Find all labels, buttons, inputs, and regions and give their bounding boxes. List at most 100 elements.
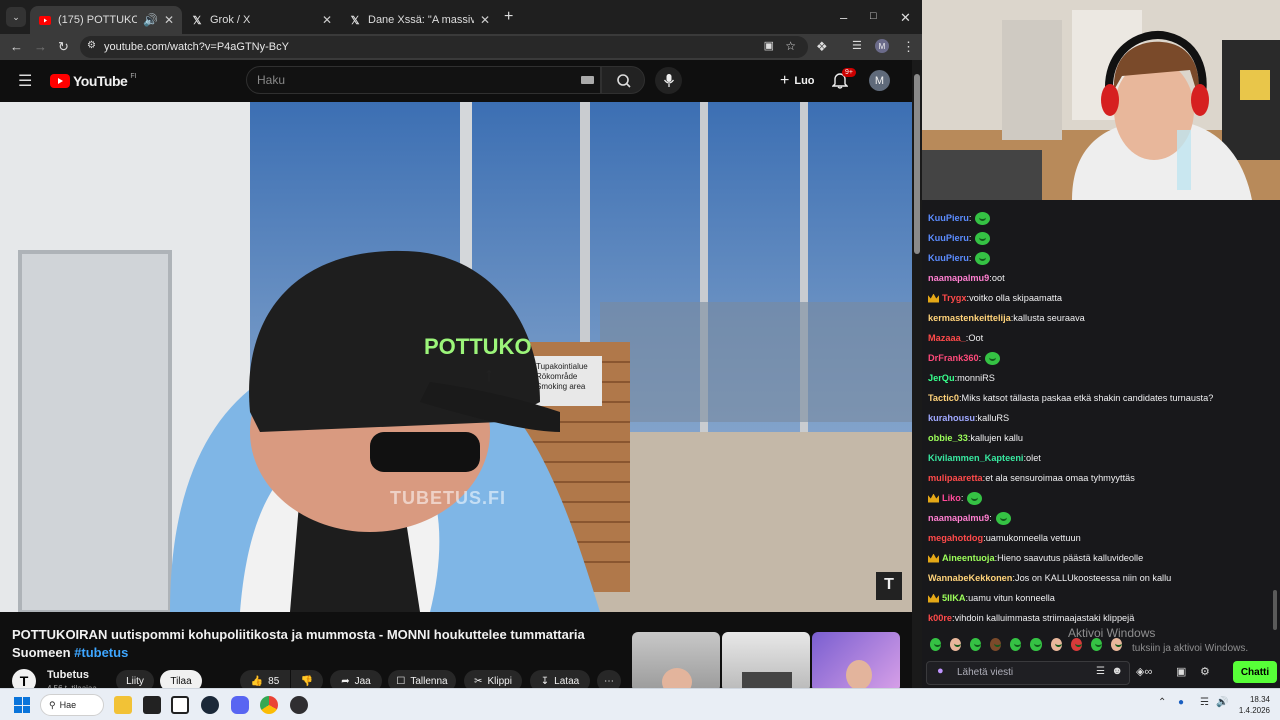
volume-icon[interactable]: 🔊 bbox=[1216, 697, 1228, 708]
chat-username[interactable]: k00re bbox=[928, 613, 952, 623]
emote-icon[interactable] bbox=[970, 637, 982, 651]
emote-icon[interactable] bbox=[1030, 637, 1042, 651]
tab-list-icon[interactable]: ⌄ bbox=[6, 7, 26, 27]
new-tab-icon[interactable]: + bbox=[504, 8, 513, 26]
translate-icon[interactable]: ☰ bbox=[1096, 666, 1105, 677]
hashtag-link[interactable]: #tubetus bbox=[74, 645, 128, 660]
emote-icon[interactable] bbox=[950, 637, 962, 651]
chat-username[interactable]: naamapalmu9 bbox=[928, 273, 989, 283]
channel-watermark-icon[interactable]: T bbox=[878, 576, 900, 598]
chat-send-button[interactable]: Chatti bbox=[1233, 661, 1277, 683]
install-icon[interactable]: ▣ bbox=[764, 39, 774, 52]
keyboard-icon[interactable] bbox=[581, 76, 594, 84]
tab-grok[interactable]: 𝕏 Grok / X ✕ bbox=[182, 6, 340, 34]
windows-start-icon[interactable] bbox=[14, 697, 30, 713]
profile-avatar[interactable]: M bbox=[875, 39, 889, 53]
site-info-icon[interactable]: ⚙ bbox=[87, 40, 96, 51]
chat-username[interactable]: obbie_33 bbox=[928, 433, 968, 443]
chat-username[interactable]: JerQu bbox=[928, 373, 955, 383]
tray-chevron-icon[interactable]: ⌃ bbox=[1158, 697, 1166, 708]
chat-username[interactable]: Tactic0 bbox=[928, 393, 959, 403]
chat-username[interactable]: WannabeKekkonen bbox=[928, 573, 1012, 583]
youtube-logo[interactable]: YouTube FI bbox=[50, 73, 137, 89]
account-avatar[interactable]: M bbox=[869, 70, 890, 91]
taskbar-search[interactable]: ⚲ Hae bbox=[40, 694, 104, 716]
discord-icon[interactable] bbox=[231, 696, 249, 714]
back-icon[interactable]: ← bbox=[10, 39, 23, 54]
voice-search-button[interactable] bbox=[655, 67, 682, 94]
chat-username[interactable]: KuuPieru bbox=[928, 233, 969, 243]
chat-separator: : bbox=[960, 493, 964, 503]
steam-icon[interactable] bbox=[201, 696, 219, 714]
x-favicon-icon: 𝕏 bbox=[192, 14, 202, 27]
obs-icon[interactable] bbox=[290, 696, 308, 714]
chat-username[interactable]: KuuPieru bbox=[928, 253, 969, 263]
tab-close-icon[interactable]: ✕ bbox=[322, 13, 332, 27]
chat-username[interactable]: kurahousu bbox=[928, 413, 975, 423]
video-watermark: TUBETUS.FI bbox=[390, 488, 506, 508]
taskbar-clock[interactable]: 18.34 1.4.2026 bbox=[1234, 694, 1270, 716]
hamburger-menu-icon[interactable]: ☰ bbox=[18, 71, 32, 91]
reload-icon[interactable]: ↻ bbox=[58, 39, 69, 55]
url-field[interactable]: ⚙ youtube.com/watch?v=P4aGTNy-BcY ▣ ☆ bbox=[80, 36, 808, 58]
emote-icon[interactable] bbox=[930, 637, 942, 651]
chat-username[interactable]: DrFrank360 bbox=[928, 353, 979, 363]
thumbs-down-icon: 👎 bbox=[300, 675, 314, 687]
mic-icon[interactable]: ● bbox=[937, 665, 944, 677]
chat-message-text: et ala sensuroimaa omaa tyhmyyttäs bbox=[985, 473, 1135, 483]
menu-dots-icon[interactable]: ⋮ bbox=[902, 39, 915, 55]
bookmark-star-icon[interactable]: ☆ bbox=[785, 39, 796, 53]
chat-scrollbar[interactable] bbox=[1270, 200, 1280, 688]
wifi-icon[interactable]: ☴ bbox=[1200, 697, 1209, 708]
speaker-icon[interactable]: 🔊 bbox=[143, 13, 158, 27]
chat-username[interactable]: mulipaaretta bbox=[928, 473, 983, 483]
file-explorer-icon[interactable] bbox=[114, 696, 132, 714]
crown-badge-icon[interactable] bbox=[928, 593, 939, 603]
create-button[interactable]: + Luo bbox=[772, 69, 823, 93]
emote-picker-icon[interactable]: ☻ bbox=[1111, 665, 1123, 677]
tab-close-icon[interactable]: ✕ bbox=[480, 13, 490, 27]
extensions-icon[interactable]: ❖ bbox=[816, 39, 828, 55]
forward-icon[interactable]: → bbox=[34, 39, 47, 54]
related-video-thumbnail[interactable] bbox=[722, 632, 810, 692]
search-button[interactable] bbox=[601, 66, 645, 94]
media-icon[interactable]: ☰ bbox=[852, 39, 862, 52]
emote-icon[interactable] bbox=[1050, 637, 1062, 651]
tab-dane[interactable]: 𝕏 Dane Xssä: "A massive Swedish ✕ bbox=[340, 6, 498, 34]
crown-badge-icon[interactable] bbox=[928, 553, 939, 563]
store-icon[interactable]: ▣ bbox=[1176, 665, 1186, 678]
search-input[interactable]: Haku bbox=[246, 66, 601, 94]
channel-name[interactable]: Tubetus bbox=[47, 669, 89, 681]
related-video-thumbnail[interactable] bbox=[632, 632, 720, 692]
chat-input[interactable]: ● Lähetä viesti ☰ ☻ bbox=[926, 661, 1130, 685]
chat-username[interactable]: KuuPieru bbox=[928, 213, 969, 223]
emote-icon[interactable] bbox=[1010, 637, 1022, 651]
chat-username[interactable]: Aineentuoja bbox=[942, 553, 995, 563]
chat-username[interactable]: kermastenkeittelija bbox=[928, 313, 1011, 323]
chat-username[interactable]: 5IIKA bbox=[942, 593, 966, 603]
chat-username[interactable]: Kivilammen_Kapteeni bbox=[928, 453, 1023, 463]
notifications-button[interactable]: 9+ bbox=[831, 68, 856, 92]
tab-youtube[interactable]: (175) POTTUKOIRAN uutisp 🔊 ✕ bbox=[30, 6, 182, 34]
related-video-thumbnail[interactable] bbox=[812, 632, 900, 692]
minimize-icon[interactable]: – bbox=[840, 10, 847, 25]
page-scrollbar[interactable] bbox=[912, 60, 922, 688]
crown-badge-icon[interactable] bbox=[928, 293, 939, 303]
chat-username[interactable]: Liko bbox=[942, 493, 961, 503]
maximize-icon[interactable]: □ bbox=[870, 10, 877, 22]
tray-mic-icon[interactable]: ● bbox=[1178, 697, 1184, 708]
chrome-icon[interactable] bbox=[260, 696, 278, 714]
bits-icon[interactable]: ◈∞ bbox=[1136, 665, 1152, 678]
emote-icon[interactable] bbox=[990, 637, 1002, 651]
chat-settings-icon[interactable]: ⚙ bbox=[1200, 665, 1210, 678]
chat-username[interactable]: megahotdog bbox=[928, 533, 983, 543]
x-app-icon[interactable] bbox=[143, 696, 161, 714]
tab-close-icon[interactable]: ✕ bbox=[164, 13, 174, 27]
chat-username[interactable]: naamapalmu9 bbox=[928, 513, 989, 523]
chat-username[interactable]: Mazaaa_ bbox=[928, 333, 966, 343]
notion-icon[interactable] bbox=[171, 696, 189, 714]
video-player[interactable]: POTTUKO ↑ Tupakointialue Rökområde Smoki… bbox=[0, 102, 912, 612]
window-close-icon[interactable]: ✕ bbox=[900, 10, 911, 26]
crown-badge-icon[interactable] bbox=[928, 493, 939, 503]
chat-username[interactable]: Trygx bbox=[942, 293, 967, 303]
